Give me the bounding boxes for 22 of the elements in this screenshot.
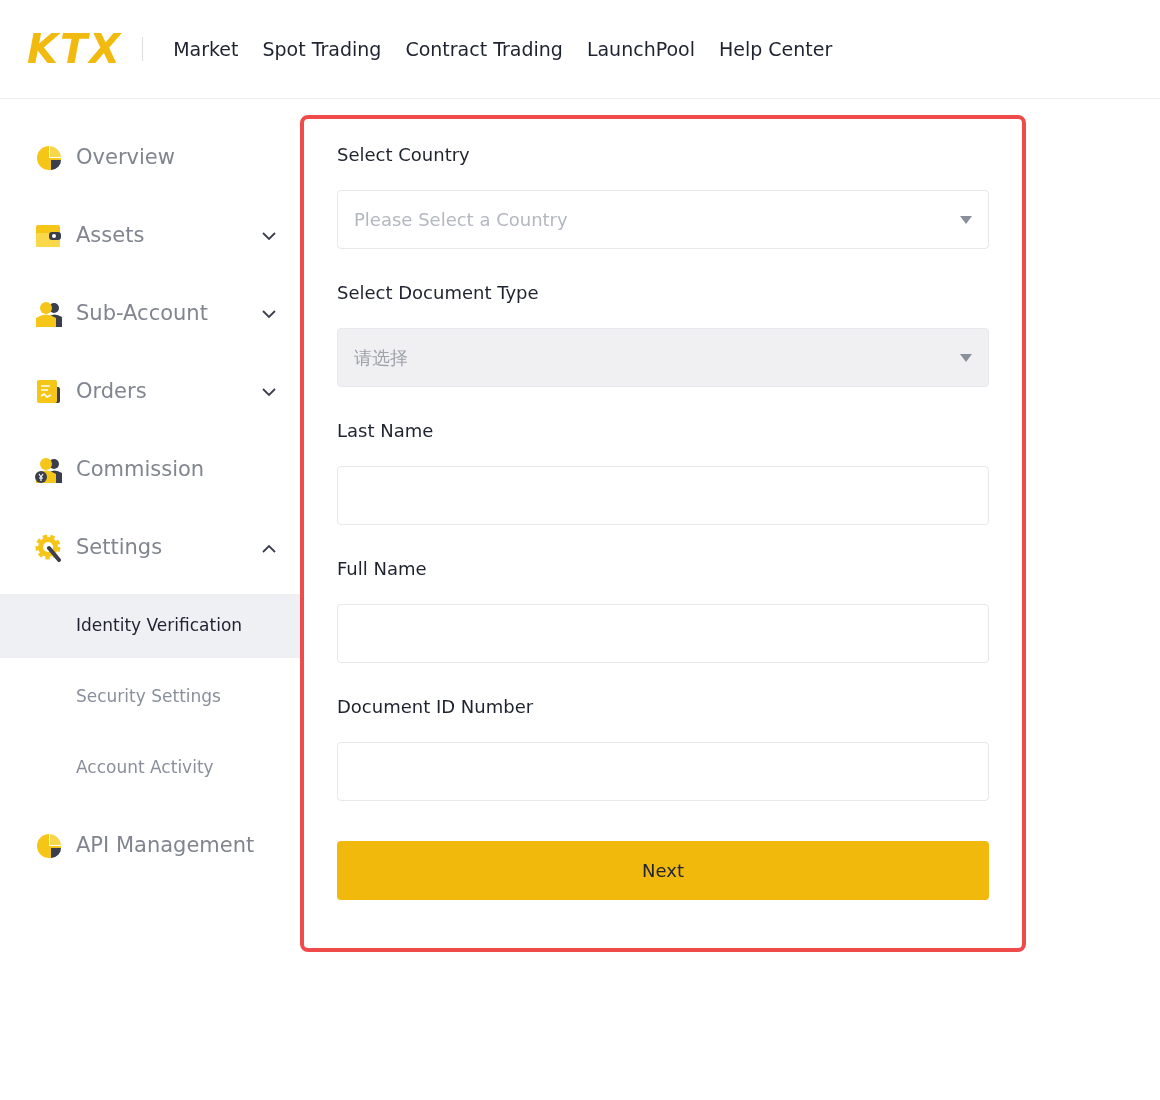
field-label: Select Document Type [337,281,540,305]
nav-link[interactable]: LaunchPool [586,34,695,64]
people-coin-icon [34,457,64,483]
select-field[interactable]: Please Select a Country [337,190,989,249]
nav-link[interactable]: Spot Trading [262,34,382,64]
pie-chart-icon [36,145,62,171]
document-icon [36,379,62,405]
people-icon [34,301,64,327]
field-label: Full Name [337,557,428,581]
field-label: Select Country [337,143,471,167]
nav-link[interactable]: Contract Trading [405,34,563,64]
pie-chart-icon [36,833,62,859]
gear-wrench-icon [35,534,63,562]
dropdown-caret-icon [960,215,972,224]
nav-link[interactable]: Market [173,34,239,64]
field-label: Last Name [337,419,435,443]
submenu-item[interactable]: Identity Verification [0,594,300,658]
nav-link[interactable]: Help Center [719,34,833,64]
wallet-icon [36,225,62,247]
next-button[interactable]: Next [337,841,989,900]
dropdown-caret-icon [960,353,972,362]
field-label: Document ID Number [337,695,535,719]
